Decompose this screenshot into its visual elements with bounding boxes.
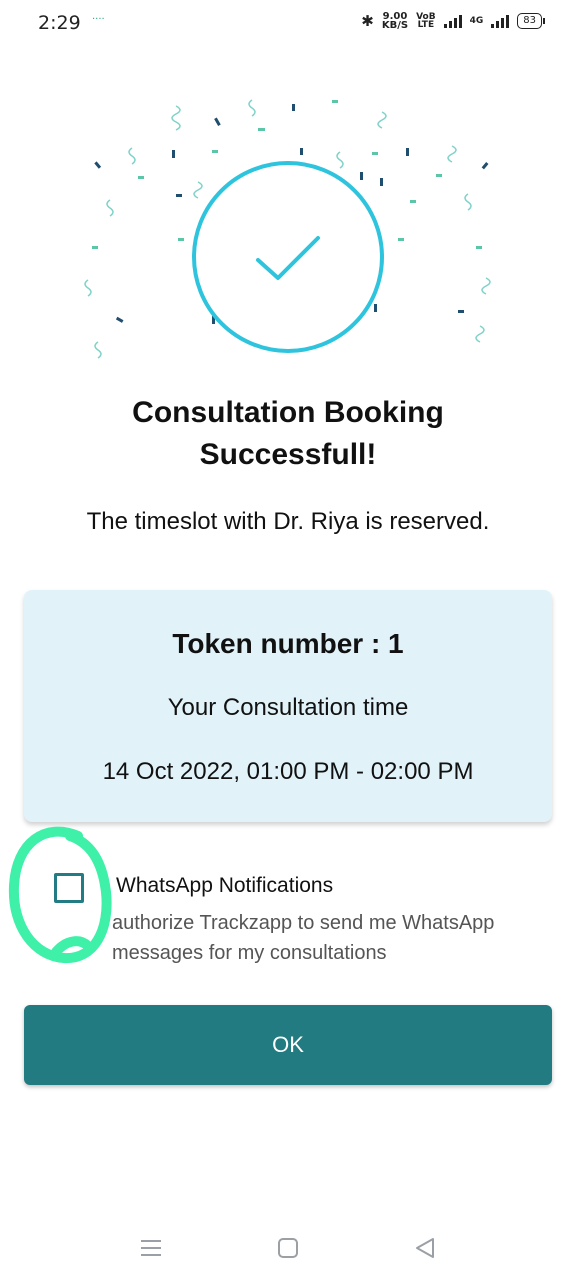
status-icons: ✱ 9.00 KB/S VoB LTE 4G 83 — [361, 12, 545, 31]
volte-indicator: VoB LTE — [416, 13, 436, 30]
ok-button[interactable]: OK — [24, 1005, 552, 1085]
signal-icon-1 — [443, 14, 462, 28]
volte-bottom: LTE — [417, 20, 435, 30]
confetti-pieces — [92, 100, 489, 324]
battery-icon: 83 — [517, 13, 545, 29]
back-icon[interactable] — [407, 1230, 443, 1266]
reservation-message: The timeslot with Dr. Riya is reserved. — [86, 508, 490, 535]
whatsapp-notifications-option[interactable]: WhatsApp Notifications authorize Trackza… — [0, 820, 576, 970]
status-time: 2:29 — [38, 12, 81, 34]
menu-icon[interactable] — [133, 1230, 169, 1266]
page-title: Consultation Booking Successfull! — [0, 392, 576, 476]
confetti-illustration — [84, 99, 491, 359]
token-number: Token number : 1 — [172, 628, 404, 659]
status-notification-dots: ···· — [92, 14, 105, 25]
title-line-2: Successfull! — [199, 438, 377, 471]
system-nav-bar — [0, 1212, 576, 1280]
status-bar: 2:29 ···· ✱ 9.00 KB/S VoB LTE 4G 83 — [0, 0, 576, 50]
consultation-time-label: Your Consultation time — [167, 694, 409, 721]
bluetooth-icon: ✱ — [361, 12, 374, 30]
whatsapp-notifications-title: WhatsApp Notifications — [116, 874, 334, 897]
signal-icon-2 — [491, 14, 510, 28]
checkmark-icon — [256, 236, 320, 280]
home-icon[interactable] — [270, 1230, 306, 1266]
network-speed-unit: KB/S — [381, 20, 409, 31]
whatsapp-notifications-description: authorize Trackzapp to send me WhatsApp … — [112, 912, 495, 964]
consultation-time-value: 14 Oct 2022, 01:00 PM - 02:00 PM — [102, 758, 474, 785]
network-speed: 9.00 KB/S — [381, 12, 409, 31]
whatsapp-checkbox[interactable] — [54, 873, 84, 903]
network-type: 4G — [469, 16, 484, 26]
token-card: Token number : 1 Your Consultation time … — [24, 590, 552, 822]
success-circle — [192, 161, 384, 353]
title-line-1: Consultation Booking — [132, 396, 444, 429]
confetti-squiggles — [84, 99, 491, 359]
